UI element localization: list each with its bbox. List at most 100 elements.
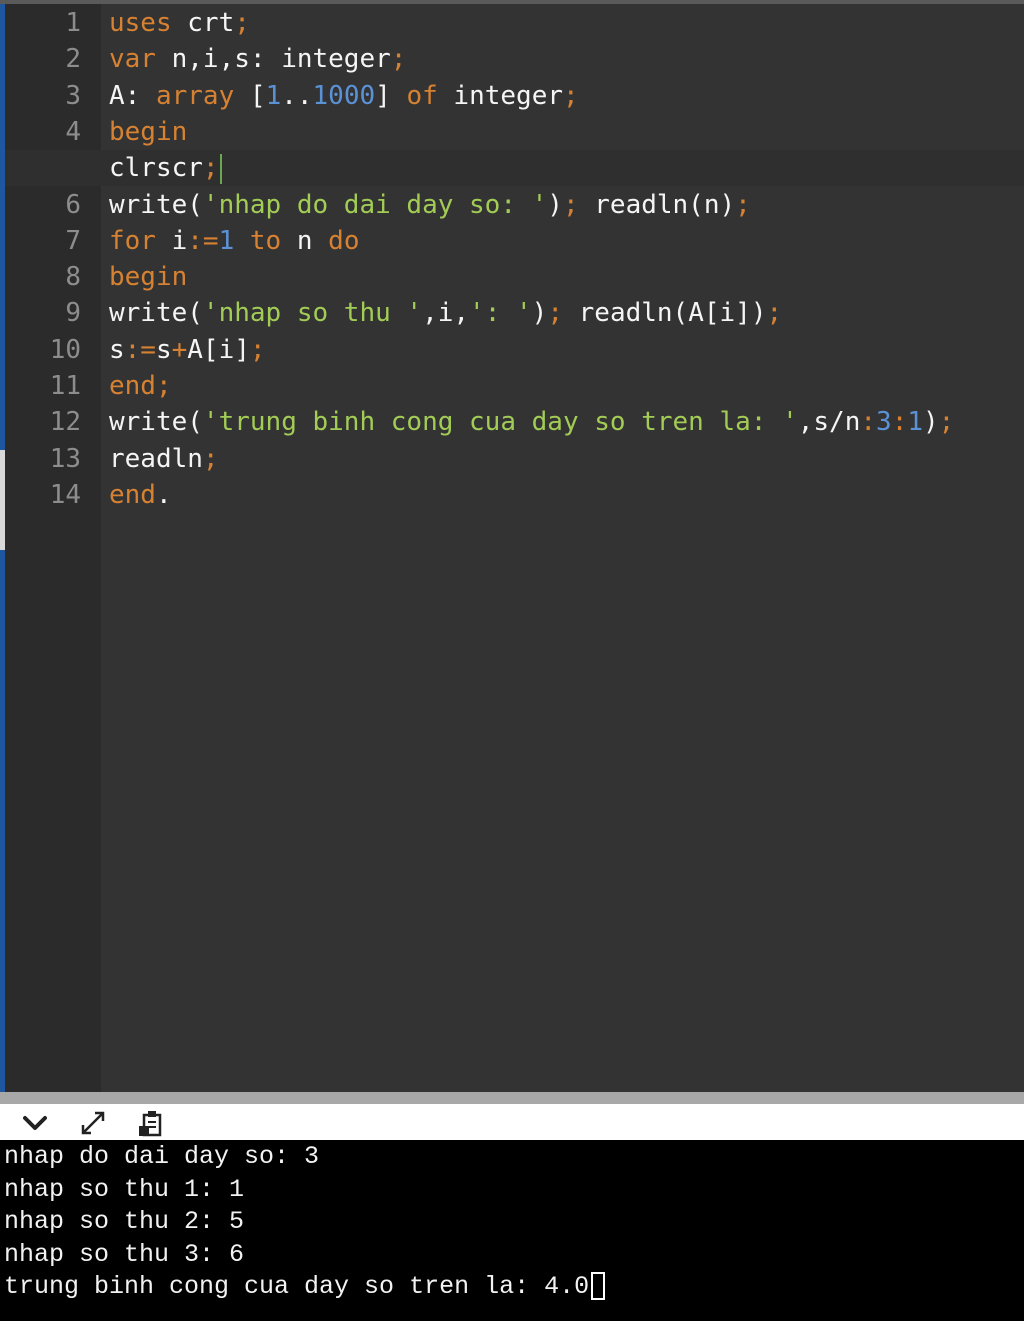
text-caret (219, 153, 222, 184)
code-token: [ (234, 80, 266, 111)
code-token: . (155, 479, 172, 510)
code-token: begin (109, 116, 188, 147)
code-token: 'trung binh cong cua day so tren la: ' (202, 407, 798, 438)
code-token: var (109, 44, 156, 75)
code-line[interactable]: readln; (109, 441, 219, 477)
code-line[interactable]: uses crt; (109, 5, 250, 41)
code-token: 1 (265, 80, 282, 111)
code-line[interactable]: var n,i,s: integer; (109, 41, 406, 77)
console-text: nhap so thu 1: 1 (4, 1174, 245, 1204)
console-line: nhap so thu 2: 5 (4, 1206, 244, 1239)
code-line[interactable]: end; (109, 368, 172, 404)
console-toolbar (0, 1104, 1024, 1140)
code-token: end (109, 479, 156, 510)
line-number: 9 (65, 298, 81, 329)
code-token: s (109, 334, 125, 365)
console-text: nhap so thu 2: 5 (4, 1207, 245, 1236)
expand-icon[interactable] (78, 1108, 108, 1138)
code-token: ) (547, 189, 563, 220)
line-number: 4 (65, 116, 81, 147)
code-token: ; (390, 44, 407, 75)
code-token: A: (109, 80, 156, 111)
line-number: 2 (65, 44, 81, 75)
console-line: nhap do dai day so: 3 (4, 1141, 319, 1174)
line-number: 12 (49, 407, 81, 438)
line-number: 13 (49, 443, 81, 474)
code-token: write( (109, 189, 203, 220)
code-token: ; (202, 153, 219, 184)
code-token: ; (562, 189, 595, 220)
code-token: integer (437, 80, 564, 111)
code-token: of (406, 80, 438, 111)
code-token: readln (109, 443, 203, 474)
code-token: array (155, 80, 235, 111)
terminal-cursor (591, 1272, 606, 1301)
code-line[interactable]: for i:=1 to n do (109, 223, 360, 259)
line-number: 8 (65, 262, 81, 293)
code-token: ) (923, 407, 939, 438)
line-number: 14 (49, 479, 81, 510)
chevron-down-icon[interactable] (20, 1108, 50, 1138)
code-token: ; (938, 407, 955, 438)
panel-splitter[interactable] (0, 1092, 1024, 1104)
line-number: 3 (65, 80, 81, 111)
code-token: clrscr (109, 153, 203, 184)
code-token: to (234, 225, 282, 256)
code-token: ; (249, 334, 266, 365)
code-token: ': ' (469, 298, 532, 329)
code-line[interactable]: write('nhap do dai day so: '); readln(n)… (109, 187, 751, 223)
code-token: for (109, 225, 156, 256)
code-token: ; (155, 371, 172, 401)
clipboard-icon[interactable] (136, 1108, 166, 1138)
code-token: 'nhap do dai day so: ' (202, 189, 548, 220)
code-token: i (155, 225, 188, 256)
console-text: trung binh cong cua day so tren la: 4.0 (4, 1272, 590, 1301)
code-token: .. (281, 80, 313, 111)
code-token: 1000 (312, 80, 376, 111)
code-token: ; (766, 298, 783, 329)
code-token: do (312, 225, 360, 256)
code-token: n (281, 225, 313, 256)
code-token: write( (109, 298, 203, 329)
line-number: 10 (49, 334, 81, 365)
code-token: ] (375, 80, 407, 111)
code-token: 3 (876, 407, 892, 438)
code-line[interactable]: A: array [1..1000] of integer; (109, 78, 579, 114)
code-line[interactable]: begin (109, 114, 187, 150)
code-token: write( (109, 407, 203, 438)
console-line: nhap so thu 1: 1 (4, 1174, 244, 1207)
code-token: uses (109, 8, 172, 38)
code-token: 'nhap so thu ' (202, 298, 423, 329)
console-line: nhap so thu 3: 6 (4, 1239, 244, 1272)
code-token: : (860, 407, 877, 438)
code-token: ; (735, 189, 751, 220)
code-token: ; (234, 8, 250, 38)
code-token: : (891, 407, 908, 438)
code-editor[interactable]: 1234567891011121314 uses crt;var n,i,s: … (5, 4, 1024, 1092)
code-token: crt (171, 8, 235, 38)
code-line[interactable]: clrscr; (109, 150, 222, 186)
code-line[interactable]: write('trung binh cong cua day so tren l… (109, 404, 954, 440)
console-line: trung binh cong cua day so tren la: 4.0 (4, 1271, 606, 1304)
code-token: ; (202, 443, 219, 474)
output-console[interactable]: nhap do dai day so: 3 nhap so thu 1: 1 nha… (0, 1140, 1024, 1321)
code-token: + (171, 334, 188, 365)
code-line[interactable]: end. (109, 477, 172, 513)
line-number: 11 (49, 371, 81, 401)
code-line[interactable]: write('nhap so thu ',i,': '); readln(A[i… (109, 295, 782, 331)
code-token: readln(A[i]) (578, 298, 767, 329)
line-number: 1 (65, 8, 81, 38)
code-line[interactable]: begin (109, 259, 187, 295)
console-text: nhap so thu 3: 6 (4, 1239, 245, 1269)
code-token: readln(n) (594, 189, 736, 220)
code-token: 1 (907, 407, 923, 438)
code-token: s (155, 334, 172, 365)
code-token: 1 (218, 225, 235, 256)
code-token: A[i] (187, 334, 250, 365)
code-token: := (124, 334, 156, 365)
console-text: nhap do dai day so: 3 (4, 1142, 320, 1171)
line-number: 6 (65, 189, 81, 220)
code-line[interactable]: s:=s+A[i]; (109, 332, 266, 368)
line-number: 7 (65, 225, 81, 256)
code-token: ,s/n (797, 407, 861, 438)
